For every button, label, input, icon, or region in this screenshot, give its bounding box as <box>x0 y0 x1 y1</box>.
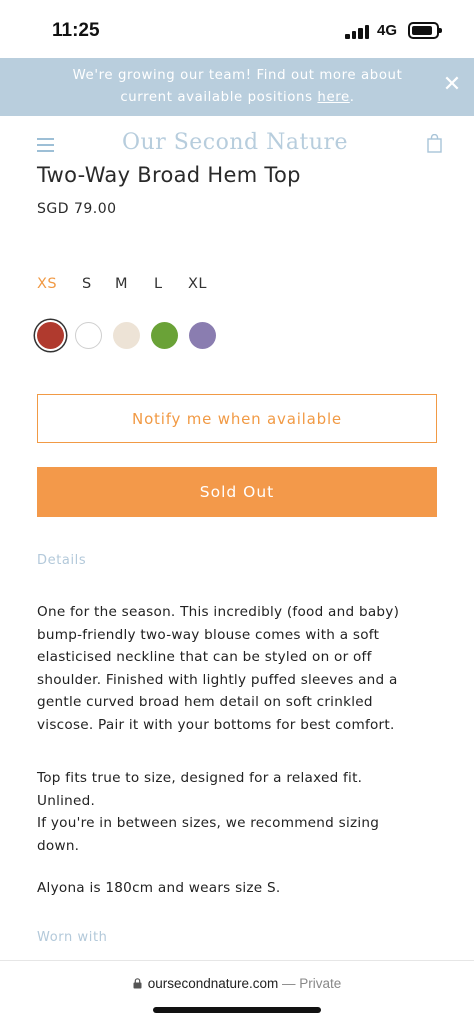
cellular-signal-icon <box>345 24 371 39</box>
size-option-xl[interactable]: XL <box>188 276 207 292</box>
sold-out-button[interactable]: Sold Out <box>37 467 437 517</box>
description-line: bump-friendly two-way blouse comes with … <box>37 626 380 643</box>
color-swatch-white[interactable] <box>75 322 102 349</box>
description-line: viscose. Pair it with your bottoms for b… <box>37 716 395 733</box>
fit-line: If you're in between sizes, we recommend… <box>37 815 380 831</box>
color-swatch-green[interactable] <box>151 322 178 349</box>
product-title: Two-Way Broad Hem Top <box>37 163 301 187</box>
battery-icon <box>408 22 442 39</box>
network-type: 4G <box>377 22 398 39</box>
size-option-s[interactable]: S <box>82 276 92 292</box>
close-icon[interactable]: ✕ <box>440 72 464 98</box>
announcement-line-2: current available positions <box>120 90 318 105</box>
announcement-text: We're growing our team! Find out more ab… <box>40 65 435 109</box>
details-heading[interactable]: Details <box>37 553 86 568</box>
lock-icon <box>133 978 142 989</box>
site-logo[interactable]: Our Second Nature <box>122 130 348 155</box>
description-line: shoulder. Finished with lightly puffed s… <box>37 671 398 688</box>
color-swatch-purple[interactable] <box>189 322 216 349</box>
careers-link[interactable]: here <box>317 90 349 105</box>
fit-line: Top fits true to size, designed for a re… <box>37 770 363 786</box>
notify-me-button[interactable]: Notify me when available <box>37 394 437 443</box>
fit-notes: Top fits true to size, designed for a re… <box>37 767 447 857</box>
product-description: One for the season. This incredibly (foo… <box>37 601 447 736</box>
color-swatch-red[interactable] <box>37 322 64 349</box>
announcement-line-1: We're growing our team! Find out more ab… <box>72 68 403 83</box>
browser-address-bar[interactable]: oursecondnature.com — Private <box>0 960 474 1023</box>
description-line: gentle curved broad hem detail on soft c… <box>37 694 373 710</box>
fit-line: Unlined. <box>37 792 96 809</box>
url-display[interactable]: oursecondnature.com — Private <box>0 976 474 991</box>
announcement-bar: We're growing our team! Find out more ab… <box>0 58 474 116</box>
description-line: elasticised neckline that can be styled … <box>37 649 372 665</box>
url-text: oursecondnature.com <box>147 976 279 991</box>
shopping-bag-icon[interactable] <box>427 134 442 153</box>
size-option-xs[interactable]: XS <box>37 276 57 292</box>
size-option-l[interactable]: L <box>154 276 163 292</box>
worn-with-heading[interactable]: Worn with <box>37 930 108 945</box>
fit-line: down. <box>37 837 80 854</box>
status-bar: 11:25 4G <box>0 0 474 58</box>
color-swatch-cream[interactable] <box>113 322 140 349</box>
product-price: SGD 79.00 <box>37 201 117 217</box>
size-option-m[interactable]: M <box>115 276 128 292</box>
private-mode-label: — Private <box>282 976 342 991</box>
home-indicator[interactable] <box>153 1007 321 1013</box>
status-time: 11:25 <box>52 20 100 41</box>
announcement-period: . <box>349 90 355 105</box>
description-line: One for the season. This incredibly (foo… <box>37 604 400 620</box>
hamburger-icon[interactable] <box>37 138 54 153</box>
model-note: Alyona is 180cm and wears size S. <box>37 880 281 896</box>
